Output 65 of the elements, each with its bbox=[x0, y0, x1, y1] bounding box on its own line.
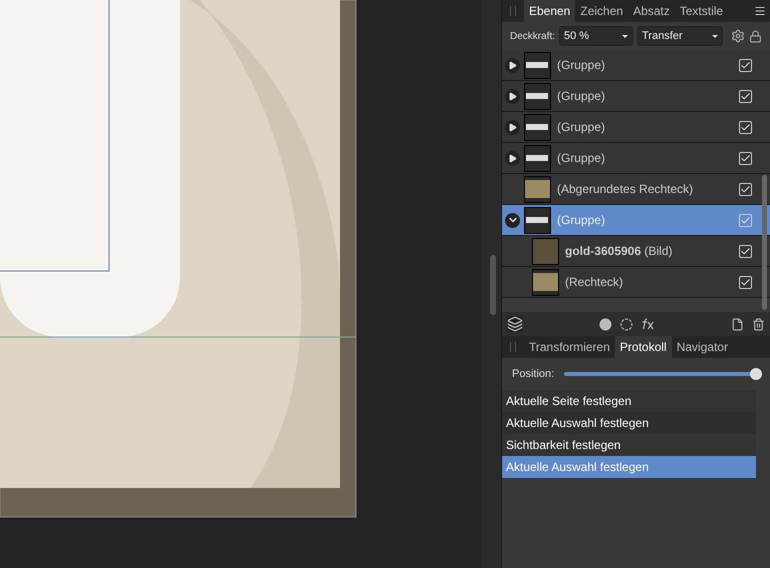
visibility-checkbox[interactable] bbox=[739, 152, 752, 164]
history-item[interactable]: Aktuelle Auswahl festlegen bbox=[502, 412, 756, 434]
panel-tab[interactable]: Ebenen bbox=[524, 0, 576, 22]
visibility-checkbox[interactable] bbox=[739, 276, 752, 288]
collapse-icon[interactable] bbox=[505, 212, 520, 228]
layer-row[interactable]: (Gruppe) bbox=[502, 112, 770, 143]
layers-icon[interactable] bbox=[506, 316, 523, 332]
expand-icon[interactable] bbox=[505, 88, 520, 104]
panel-tab[interactable]: Protokoll bbox=[614, 336, 672, 358]
panel-tab[interactable]: Transformieren bbox=[524, 336, 615, 358]
new-layer-icon[interactable] bbox=[731, 318, 744, 330]
layer-thumbnail bbox=[524, 82, 551, 110]
layer-thumbnail bbox=[524, 52, 551, 78]
fx-icon[interactable] bbox=[641, 318, 655, 330]
layer-name: (Gruppe) bbox=[556, 150, 606, 167]
history-item[interactable]: Sichtbarkeit festlegen bbox=[502, 434, 756, 456]
layer-thumbnail bbox=[524, 176, 551, 202]
layer-thumbnail bbox=[524, 206, 551, 234]
visibility-checkbox[interactable] bbox=[739, 120, 752, 134]
history-item[interactable]: Aktuelle Auswahl festlegen bbox=[502, 456, 756, 478]
layer-name: (Gruppe) bbox=[556, 212, 606, 229]
layer-row[interactable]: (Gruppe) bbox=[502, 143, 770, 174]
layer-name: (Gruppe) bbox=[556, 57, 606, 74]
layer-name: gold-3605906 (Bild) bbox=[564, 243, 674, 260]
visibility-checkbox[interactable] bbox=[739, 58, 752, 72]
panel-tab[interactable]: Textstile bbox=[674, 0, 728, 22]
scrollbar[interactable] bbox=[490, 255, 496, 315]
grip-icon[interactable] bbox=[510, 6, 516, 16]
position-label: Position: bbox=[512, 366, 554, 382]
layer-thumbnail bbox=[532, 238, 559, 264]
opacity-dropdown[interactable]: 50 % bbox=[559, 26, 633, 46]
layer-thumbnail bbox=[532, 268, 559, 296]
opacity-label: Deckkraft: bbox=[510, 30, 555, 44]
panel-tab[interactable]: Zeichen bbox=[575, 0, 628, 22]
layer-row[interactable]: (Rechteck) bbox=[502, 267, 770, 298]
expand-icon[interactable] bbox=[505, 58, 520, 72]
panel-tab[interactable]: Navigator bbox=[672, 336, 733, 358]
expand-icon[interactable] bbox=[505, 120, 520, 134]
layer-thumbnail bbox=[524, 114, 551, 140]
visibility-checkbox[interactable] bbox=[739, 214, 752, 226]
layer-row[interactable]: (Abgerundetes Rechteck) bbox=[502, 174, 770, 205]
layer-row[interactable]: (Gruppe) bbox=[502, 50, 770, 81]
layer-row[interactable]: gold-3605906 (Bild) bbox=[502, 236, 770, 267]
visibility-checkbox[interactable] bbox=[739, 244, 752, 258]
lock-icon[interactable] bbox=[749, 30, 762, 42]
adjustment-icon[interactable] bbox=[620, 318, 633, 330]
panel-tab[interactable]: Absatz bbox=[628, 0, 675, 22]
layer-name: (Gruppe) bbox=[556, 119, 606, 136]
expand-icon[interactable] bbox=[505, 150, 520, 166]
delete-icon[interactable] bbox=[752, 318, 766, 330]
layer-name: (Rechteck) bbox=[564, 274, 624, 291]
position-slider[interactable] bbox=[564, 368, 760, 380]
layer-row[interactable]: (Gruppe) bbox=[502, 81, 770, 112]
blend-mode-dropdown[interactable]: Transfer bbox=[637, 26, 723, 46]
history-item[interactable]: Aktuelle Seite festlegen bbox=[502, 390, 756, 412]
layer-name: (Gruppe) bbox=[556, 88, 606, 105]
visibility-checkbox[interactable] bbox=[739, 182, 752, 196]
layers-scrollbar[interactable] bbox=[762, 175, 767, 310]
layer-thumbnail bbox=[524, 144, 551, 172]
panel-menu-icon[interactable] bbox=[754, 5, 766, 17]
mask-icon[interactable] bbox=[599, 318, 612, 330]
settings-icon[interactable] bbox=[731, 29, 745, 43]
grip-icon[interactable] bbox=[510, 342, 516, 352]
layer-name: (Abgerundetes Rechteck) bbox=[556, 181, 694, 198]
visibility-checkbox[interactable] bbox=[739, 90, 752, 102]
